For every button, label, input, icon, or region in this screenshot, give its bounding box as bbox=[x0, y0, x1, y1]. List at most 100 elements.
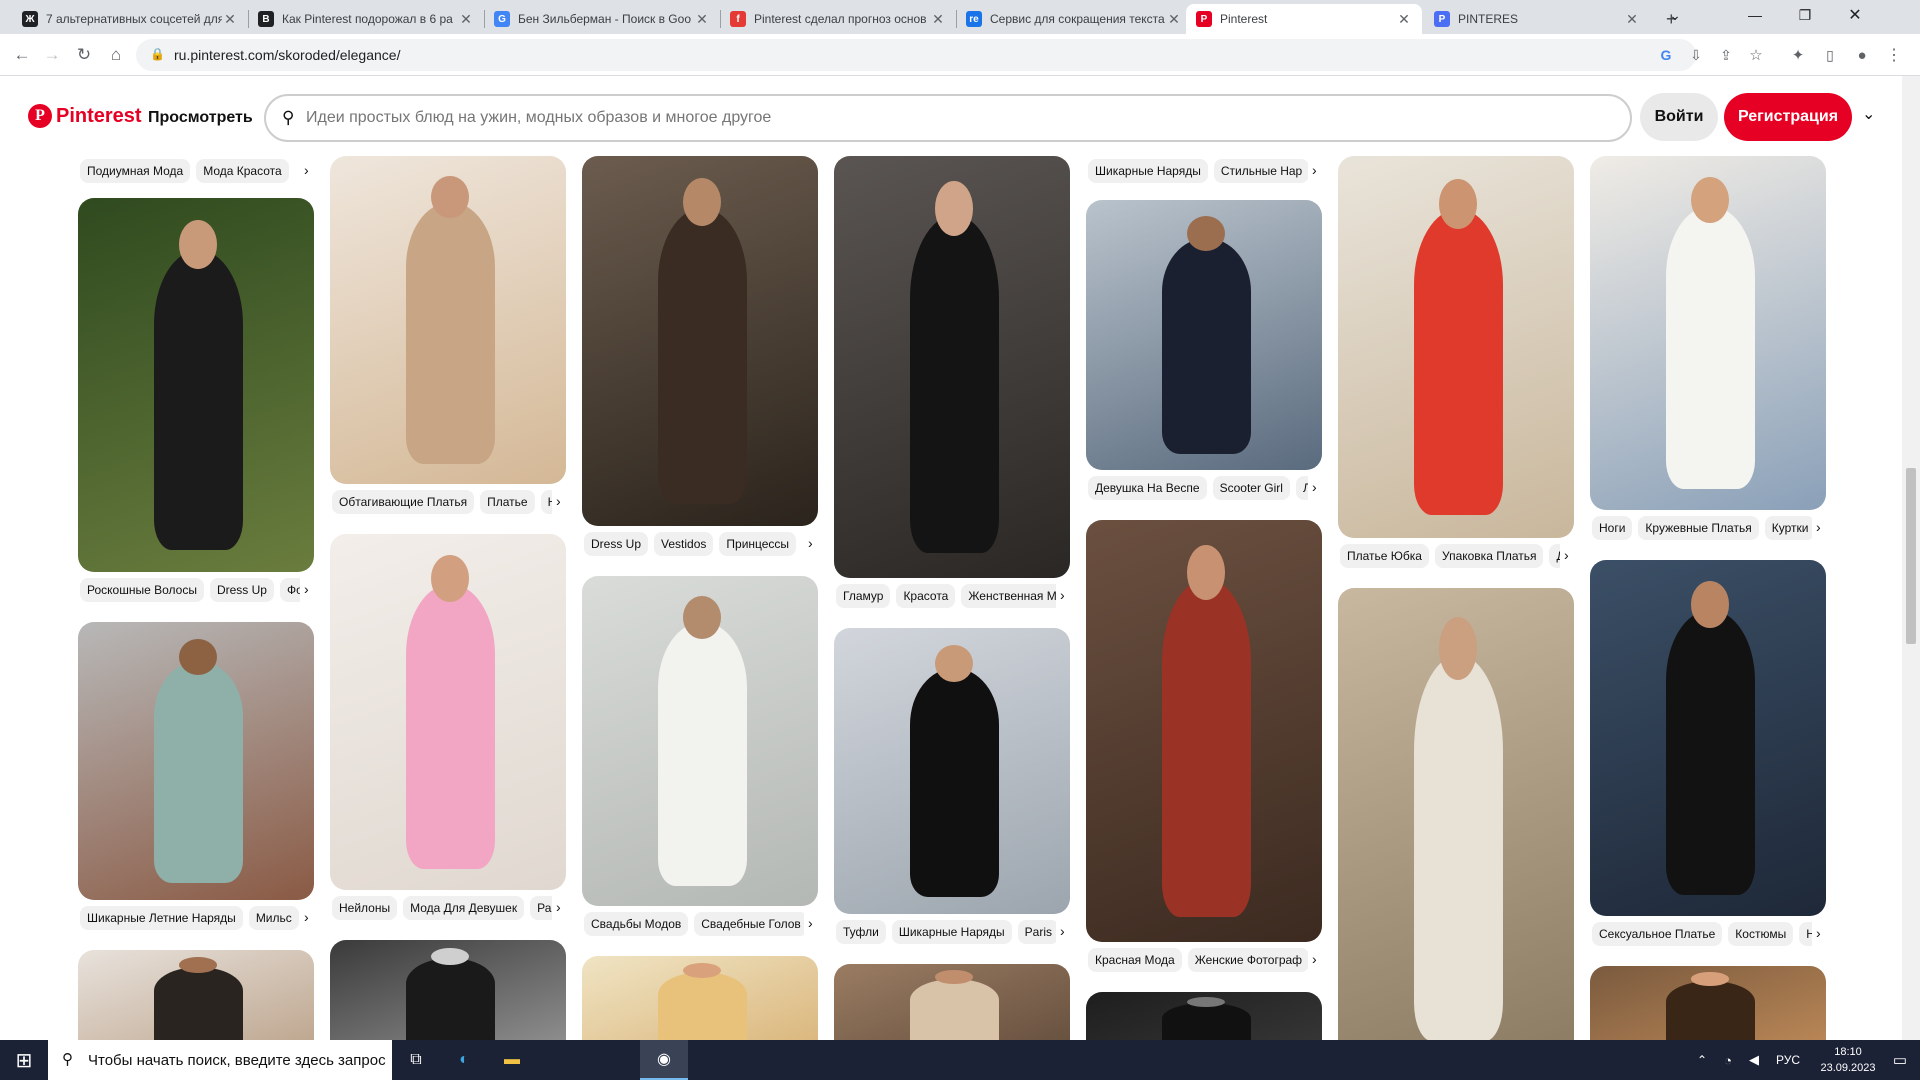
explore-link[interactable]: Просмотреть bbox=[148, 109, 253, 127]
pin-tag[interactable]: Обтагивающие Платья bbox=[332, 490, 475, 514]
pin-tag[interactable]: Мода Красота bbox=[196, 159, 289, 183]
chevron-right-icon[interactable]: › bbox=[304, 909, 309, 925]
chevron-right-icon[interactable]: › bbox=[556, 493, 561, 509]
pin-image[interactable] bbox=[330, 940, 566, 1040]
minimize-icon[interactable]: — bbox=[1732, 0, 1778, 30]
pin-tag[interactable]: Dress Up bbox=[584, 532, 649, 556]
pin-image[interactable] bbox=[1086, 520, 1322, 942]
pin-tag[interactable]: Шикарные Наряды bbox=[1088, 159, 1208, 183]
pin-tag[interactable]: Н bbox=[540, 490, 552, 514]
pin-image[interactable] bbox=[582, 956, 818, 1040]
chevron-right-icon[interactable]: › bbox=[1564, 547, 1569, 563]
browser-tab[interactable]: P PINTERES ✕ bbox=[1424, 4, 1650, 34]
pin-image[interactable] bbox=[78, 950, 314, 1040]
search-input[interactable]: ⚲ Идеи простых блюд на ужин, модных обра… bbox=[264, 94, 1632, 142]
login-button[interactable]: Войти bbox=[1640, 93, 1718, 141]
install-app-icon[interactable]: ⇩ bbox=[1682, 41, 1710, 69]
pin-tag[interactable]: Кружевные Платья bbox=[1638, 516, 1759, 540]
pin-tag[interactable]: Красота bbox=[896, 584, 956, 608]
pin-tag[interactable]: Костюмы bbox=[1728, 922, 1794, 946]
pin-image[interactable] bbox=[834, 156, 1070, 578]
browser-tab[interactable]: re Сервис для сокращения текста ✕ bbox=[956, 4, 1192, 34]
chevron-right-icon[interactable]: › bbox=[808, 535, 813, 551]
scrollbar-thumb[interactable] bbox=[1906, 468, 1916, 644]
language-indicator[interactable]: РУС bbox=[1768, 1040, 1808, 1080]
pin-image[interactable] bbox=[330, 156, 566, 484]
page-scrollbar[interactable] bbox=[1902, 76, 1920, 1040]
extensions-icon[interactable]: ✦ bbox=[1784, 41, 1812, 69]
chevron-right-icon[interactable]: › bbox=[1060, 587, 1065, 603]
pin-tag[interactable]: Красная Мода bbox=[1088, 948, 1182, 972]
pin-tag[interactable]: Куртки bbox=[1764, 516, 1812, 540]
home-icon[interactable]: ⌂ bbox=[102, 41, 130, 69]
close-tab-icon[interactable]: ✕ bbox=[222, 11, 238, 28]
pin-image[interactable] bbox=[1086, 200, 1322, 470]
chevron-right-icon[interactable]: › bbox=[808, 915, 813, 931]
pin-tag[interactable]: Платье bbox=[480, 490, 535, 514]
close-tab-icon[interactable]: ✕ bbox=[458, 11, 474, 28]
pin-tag[interactable]: Vestidos bbox=[654, 532, 714, 556]
bookmark-star-icon[interactable]: ☆ bbox=[1742, 41, 1770, 69]
pin-tag[interactable]: Гламур bbox=[836, 584, 891, 608]
pin-tag[interactable]: Туфли bbox=[836, 920, 886, 944]
pin-tag[interactable]: Свадьбы Модов bbox=[584, 912, 689, 936]
pin-tag[interactable]: Н bbox=[1799, 922, 1812, 946]
chrome-icon[interactable]: ◉ bbox=[640, 1040, 688, 1080]
pin-tag[interactable]: Мильс bbox=[248, 906, 299, 930]
pin-tag[interactable]: Шикарные Летние Наряды bbox=[80, 906, 243, 930]
profile-icon[interactable]: ● bbox=[1848, 41, 1876, 69]
close-tab-icon[interactable]: ✕ bbox=[694, 11, 710, 28]
browser-tab[interactable]: P Pinterest ✕ bbox=[1186, 4, 1422, 34]
pin-image[interactable] bbox=[834, 628, 1070, 914]
pin-image[interactable] bbox=[78, 622, 314, 900]
tray-chevron-icon[interactable]: ⌃ bbox=[1690, 1040, 1714, 1080]
pin-tag[interactable]: Dress Up bbox=[209, 578, 274, 602]
chevron-right-icon[interactable]: › bbox=[1060, 923, 1065, 939]
side-panel-icon[interactable]: ▯ bbox=[1816, 41, 1844, 69]
chevron-right-icon[interactable]: › bbox=[304, 162, 309, 178]
chevron-right-icon[interactable]: › bbox=[304, 581, 309, 597]
pin-image[interactable] bbox=[1590, 966, 1826, 1040]
pin-image[interactable] bbox=[1338, 156, 1574, 538]
pin-tag[interactable]: Шикарные Наряды bbox=[891, 920, 1012, 944]
pin-image[interactable] bbox=[78, 198, 314, 572]
restore-icon[interactable]: ❐ bbox=[1782, 0, 1828, 30]
system-clock[interactable]: 18:10 23.09.2023 bbox=[1816, 1044, 1880, 1076]
pin-tag[interactable]: Свадебные Голов bbox=[694, 912, 804, 936]
taskbar-search-input[interactable]: ⚲ Чтобы начать поиск, введите здесь запр… bbox=[48, 1040, 392, 1080]
pin-image[interactable] bbox=[1590, 560, 1826, 916]
pin-tag[interactable]: Ра bbox=[530, 896, 552, 920]
pin-tag[interactable]: Л bbox=[1295, 476, 1308, 500]
browser-tab[interactable]: B Как Pinterest подорожал в 6 ра ✕ bbox=[248, 4, 484, 34]
chevron-right-icon[interactable]: › bbox=[1312, 951, 1317, 967]
reload-icon[interactable]: ↻ bbox=[70, 41, 98, 69]
pin-tag[interactable]: Женственная М bbox=[961, 584, 1056, 608]
pin-tag[interactable]: Стильные Нар bbox=[1213, 159, 1308, 183]
browser-tab[interactable]: Ж 7 альтернативных соцсетей для ✕ bbox=[12, 4, 248, 34]
pin-tag[interactable]: Женские Фотограф bbox=[1187, 948, 1308, 972]
tab-search-icon[interactable]: ⌄ bbox=[1652, 0, 1698, 30]
pin-tag[interactable]: Девушка На Веспе bbox=[1088, 476, 1207, 500]
pin-tag[interactable]: Нейлоны bbox=[332, 896, 398, 920]
back-icon[interactable]: ← bbox=[8, 41, 36, 69]
chevron-right-icon[interactable]: › bbox=[1312, 479, 1317, 495]
browser-menu-icon[interactable]: ⋮ bbox=[1880, 41, 1908, 69]
chevron-right-icon[interactable]: › bbox=[1312, 162, 1317, 178]
pin-tag[interactable]: Платье Юбка bbox=[1340, 544, 1429, 568]
close-tab-icon[interactable]: ✕ bbox=[1396, 11, 1412, 28]
pin-tag[interactable]: Paris bbox=[1017, 920, 1056, 944]
pinterest-logo[interactable]: P Pinterest bbox=[28, 104, 142, 128]
pin-tag[interactable]: Упаковка Платья bbox=[1434, 544, 1544, 568]
pin-tag[interactable]: Д bbox=[1549, 544, 1560, 568]
chevron-right-icon[interactable]: › bbox=[1816, 519, 1821, 535]
pin-image[interactable] bbox=[834, 964, 1070, 1040]
pin-tag[interactable]: Роскошные Волосы bbox=[80, 578, 204, 602]
pin-tag[interactable]: Scooter Girl bbox=[1212, 476, 1290, 500]
pin-image[interactable] bbox=[582, 156, 818, 526]
network-icon[interactable]: ◔ bbox=[1716, 1040, 1740, 1080]
pin-image[interactable] bbox=[330, 534, 566, 890]
address-bar[interactable]: 🔒 ru.pinterest.com/skoroded/elegance/ bbox=[136, 39, 1696, 71]
chevron-right-icon[interactable]: › bbox=[1816, 925, 1821, 941]
windows-start-icon[interactable]: ⊞ bbox=[0, 1040, 48, 1080]
edge-icon[interactable]: ◐ bbox=[440, 1040, 488, 1080]
